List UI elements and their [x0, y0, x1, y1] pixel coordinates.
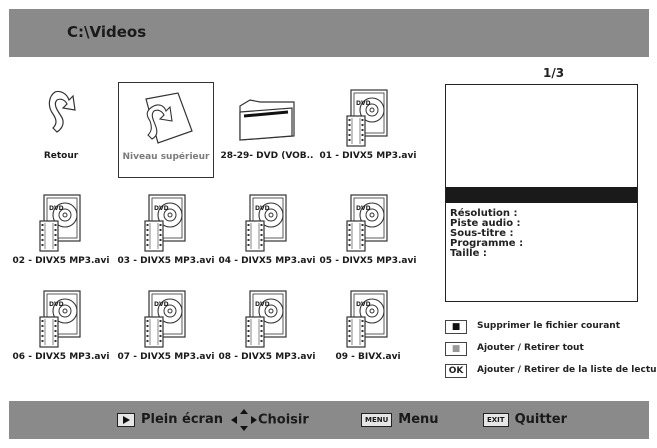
bottom-bar: Plein écran Choisir MENU Menu EXIT Quitter: [9, 401, 649, 439]
item-video-file[interactable]: DVD 07 - DIVX5 MP3.avi: [118, 283, 214, 379]
choose-label: Choisir: [258, 412, 309, 428]
parent-folder-icon: [145, 92, 193, 144]
choose-hint[interactable]: Choisir: [230, 408, 309, 432]
item-video-file[interactable]: DVD 06 - DIVX5 MP3.avi: [13, 283, 109, 379]
fullscreen-label: Plein écran: [141, 412, 223, 427]
item-label: Niveau supérieur: [122, 152, 210, 162]
video-file-icon: DVD: [144, 194, 186, 252]
svg-text:DVD: DVD: [49, 301, 64, 308]
back-arrow-icon: [48, 90, 76, 133]
item-label: 06 - DIVX5 MP3.avi: [12, 352, 110, 362]
play-key-icon: [117, 412, 135, 427]
preview-title-bar: [446, 187, 637, 203]
svg-text:DVD: DVD: [154, 205, 169, 212]
svg-text:DVD: DVD: [356, 100, 371, 107]
video-file-icon: DVD: [346, 194, 388, 252]
item-label: 02 - DIVX5 MP3.avi: [12, 256, 110, 266]
item-video-file[interactable]: DVD 03 - DIVX5 MP3.avi: [118, 187, 214, 283]
square-key-icon: ■: [445, 320, 467, 334]
exit-key-icon: EXIT: [483, 412, 509, 427]
svg-text:DVD: DVD: [356, 301, 371, 308]
menu-key-icon: MENU: [361, 412, 393, 427]
legend-label: Supprimer le fichier courant: [477, 321, 620, 331]
menu-label: Menu: [398, 412, 439, 427]
item-video-file[interactable]: DVD 01 - DIVX5 MP3.avi: [320, 82, 416, 178]
item-label: 05 - DIVX5 MP3.avi: [319, 256, 417, 266]
svg-text:DVD: DVD: [255, 301, 270, 308]
item-label: 28-29- DVD (VOB..: [220, 151, 314, 161]
svg-text:DVD: DVD: [255, 205, 270, 212]
fullscreen-hint[interactable]: Plein écran: [117, 412, 223, 427]
file-browser: C:\Videos Retour Niveau supérieur 28-29-…: [9, 9, 657, 439]
video-file-icon: DVD: [346, 290, 388, 348]
square-key-gray-icon: ■: [445, 342, 467, 356]
item-label: 01 - DIVX5 MP3.avi: [319, 151, 417, 161]
item-label: 07 - DIVX5 MP3.avi: [117, 352, 215, 362]
preview-panel: Résolution : Piste audio : Sous-titre : …: [445, 84, 638, 302]
folder-icon: [239, 99, 295, 141]
video-file-icon: DVD: [245, 194, 287, 252]
item-label: 04 - DIVX5 MP3.avi: [218, 256, 316, 266]
quit-hint[interactable]: EXIT Quitter: [483, 412, 567, 427]
video-file-icon: DVD: [245, 290, 287, 348]
item-video-file[interactable]: DVD 02 - DIVX5 MP3.avi: [13, 187, 109, 283]
menu-hint[interactable]: MENU Menu: [361, 412, 439, 427]
item-video-file[interactable]: DVD 08 - DIVX5 MP3.avi: [219, 283, 315, 379]
video-file-icon: DVD: [39, 194, 81, 252]
item-back[interactable]: Retour: [13, 82, 109, 178]
video-file-icon: DVD: [144, 290, 186, 348]
file-info: Résolution : Piste audio : Sous-titre : …: [450, 209, 523, 259]
item-label: 09 - BIVX.avi: [335, 352, 401, 362]
svg-text:DVD: DVD: [49, 205, 64, 212]
direction-arrows-icon: [231, 409, 257, 431]
ok-key-icon: OK: [445, 364, 467, 378]
info-size: Taille :: [450, 248, 487, 259]
item-parent[interactable]: Niveau supérieur: [118, 82, 214, 178]
item-label: Retour: [43, 151, 79, 161]
legend-label: Ajouter / Retirer de la liste de lecture: [477, 365, 657, 375]
item-label: 08 - DIVX5 MP3.avi: [218, 352, 316, 362]
item-video-file[interactable]: DVD 09 - BIVX.avi: [320, 283, 416, 379]
svg-text:DVD: DVD: [154, 301, 169, 308]
legend-label: Ajouter / Retirer tout: [477, 343, 584, 353]
current-path: C:\Videos: [67, 23, 147, 41]
item-dvd-folder[interactable]: 28-29- DVD (VOB..: [219, 82, 315, 178]
item-video-file[interactable]: DVD 05 - DIVX5 MP3.avi: [320, 187, 416, 283]
video-file-icon: DVD: [346, 89, 388, 147]
svg-text:DVD: DVD: [356, 205, 371, 212]
item-video-file[interactable]: DVD 04 - DIVX5 MP3.avi: [219, 187, 315, 283]
title-bar: C:\Videos: [9, 9, 649, 57]
item-label: 03 - DIVX5 MP3.avi: [117, 256, 215, 266]
quit-label: Quitter: [514, 412, 567, 427]
video-file-icon: DVD: [39, 290, 81, 348]
page-indicator: 1/3: [543, 66, 565, 80]
